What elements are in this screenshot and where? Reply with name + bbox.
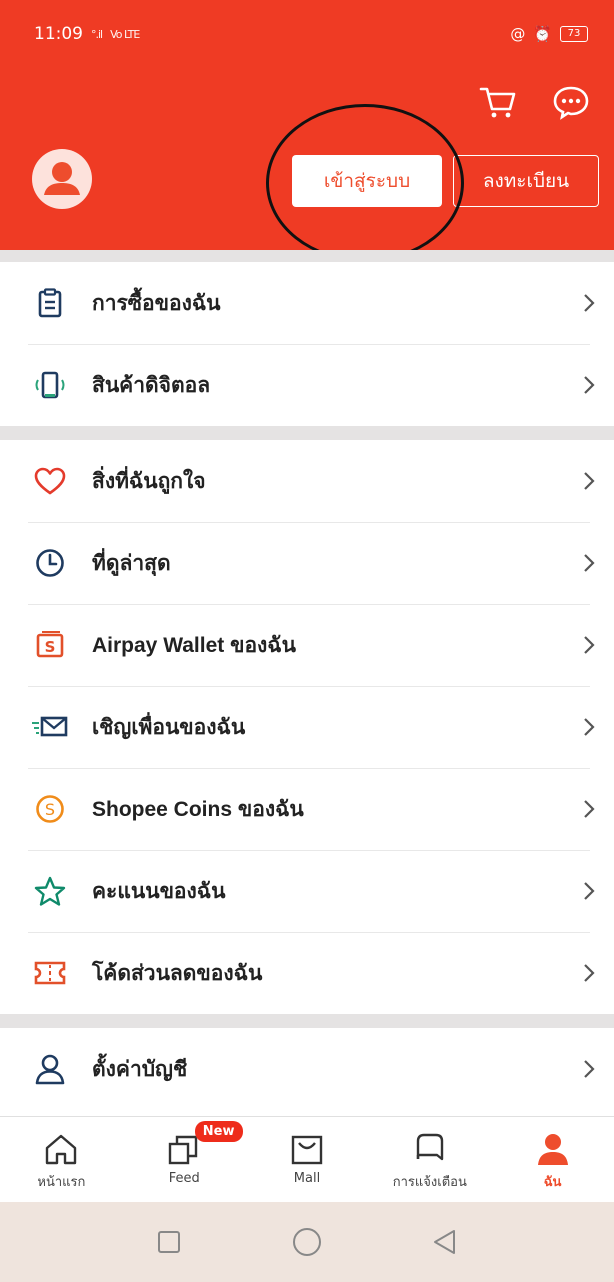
- svg-text:S: S: [45, 638, 56, 656]
- bell-icon: [416, 1133, 443, 1161]
- envelope-icon: [22, 707, 78, 747]
- menu-item-label: ที่ดูล่าสุด: [92, 551, 171, 575]
- nav-label: ฉัน: [543, 1175, 562, 1190]
- cart-button[interactable]: [472, 76, 524, 128]
- menu-item-airpay-wallet[interactable]: S Airpay Wallet ของฉัน: [0, 604, 614, 686]
- circle-icon: [293, 1228, 321, 1256]
- menu-item-my-purchases[interactable]: การซื้อของฉัน: [0, 262, 614, 344]
- section-divider: [0, 250, 614, 262]
- wallet-icon: S: [22, 625, 78, 665]
- chat-icon: [553, 86, 589, 120]
- home-system-button[interactable]: [277, 1212, 337, 1272]
- home-icon: [46, 1134, 77, 1165]
- user-icon: [22, 1049, 78, 1089]
- nav-me[interactable]: ฉัน: [491, 1117, 614, 1202]
- mall-icon: [291, 1135, 323, 1165]
- menu-item-recently-viewed[interactable]: ที่ดูล่าสุด: [0, 522, 614, 604]
- avatar-icon: [44, 162, 80, 195]
- menu-item-label: ตั้งค่าบัญชี: [92, 1057, 188, 1081]
- chevron-right-icon: [564, 880, 614, 902]
- menu-item-label: สินค้าดิจิตอล: [92, 373, 211, 397]
- chevron-right-icon: [564, 1058, 614, 1080]
- status-time: 11:09: [34, 24, 83, 44]
- nav-label: Feed: [168, 1171, 200, 1186]
- chevron-right-icon: [564, 716, 614, 738]
- signal-icon: °.il: [91, 27, 103, 41]
- at-icon: @: [510, 25, 526, 43]
- menu-item-label: เชิญเพื่อนของฉัน: [92, 715, 246, 739]
- new-badge: New: [194, 1121, 243, 1142]
- account-menu: การซื้อของฉัน สินค้าดิจิตอล สิ่งที่ฉันถู…: [0, 250, 614, 1110]
- svg-text:S: S: [45, 800, 55, 819]
- chevron-right-icon: [564, 470, 614, 492]
- profile-icon: [537, 1134, 568, 1165]
- chevron-right-icon: [564, 798, 614, 820]
- back-triangle-icon: [434, 1230, 455, 1254]
- nav-label: หน้าแรก: [37, 1175, 86, 1190]
- menu-item-label: Shopee Coins ของฉัน: [92, 797, 304, 821]
- menu-item-account-settings[interactable]: ตั้งค่าบัญชี: [0, 1028, 614, 1110]
- heart-icon: [22, 461, 78, 501]
- menu-item-label: โค้ดส่วนลดของฉัน: [92, 961, 263, 985]
- login-button[interactable]: เข้าสู่ระบบ: [292, 155, 442, 207]
- back-system-button[interactable]: [415, 1212, 475, 1272]
- section-divider: [0, 426, 614, 440]
- menu-item-shopee-coins[interactable]: S Shopee Coins ของฉัน: [0, 768, 614, 850]
- chevron-right-icon: [564, 962, 614, 984]
- chevron-right-icon: [564, 552, 614, 574]
- volte-indicator: Vo LTE: [110, 27, 140, 41]
- status-bar: 11:09 °.il Vo LTE @ ⏰ 73: [34, 22, 588, 46]
- nav-feed[interactable]: New Feed: [123, 1117, 246, 1202]
- nav-home[interactable]: หน้าแรก: [0, 1117, 123, 1202]
- phone-icon: [22, 365, 78, 405]
- voucher-icon: [22, 953, 78, 993]
- chat-button[interactable]: [545, 76, 597, 128]
- nav-label: การแจ้งเตือน: [392, 1175, 467, 1190]
- menu-item-my-likes[interactable]: สิ่งที่ฉันถูกใจ: [0, 440, 614, 522]
- menu-item-my-vouchers[interactable]: โค้ดส่วนลดของฉัน: [0, 932, 614, 1014]
- clock-icon: [22, 543, 78, 583]
- chevron-right-icon: [564, 634, 614, 656]
- nav-label: Mall: [293, 1171, 321, 1186]
- menu-item-label: สิ่งที่ฉันถูกใจ: [92, 469, 206, 493]
- section-divider: [0, 1014, 614, 1028]
- menu-item-label: การซื้อของฉัน: [92, 291, 221, 315]
- clipboard-icon: [22, 283, 78, 323]
- star-icon: [22, 871, 78, 911]
- square-icon: [158, 1231, 180, 1253]
- cart-icon: [479, 87, 516, 118]
- register-button[interactable]: ลงทะเบียน: [453, 155, 599, 207]
- avatar[interactable]: [32, 149, 92, 209]
- chevron-right-icon: [564, 374, 614, 396]
- menu-item-my-rating[interactable]: คะแนนของฉัน: [0, 850, 614, 932]
- chevron-right-icon: [564, 292, 614, 314]
- alarm-icon: ⏰: [533, 25, 552, 43]
- menu-item-label: Airpay Wallet ของฉัน: [92, 633, 296, 657]
- profile-header: 11:09 °.il Vo LTE @ ⏰ 73 เข้าสู่ระบบ ลงท…: [0, 0, 614, 262]
- menu-item-label: คะแนนของฉัน: [92, 879, 226, 903]
- recent-apps-button[interactable]: [139, 1212, 199, 1272]
- nav-notifications[interactable]: การแจ้งเตือน: [368, 1117, 491, 1202]
- system-navigation-bar: [0, 1202, 614, 1282]
- menu-item-digital-products[interactable]: สินค้าดิจิตอล: [0, 344, 614, 426]
- battery-indicator: 73: [560, 26, 588, 42]
- bottom-navigation: หน้าแรก New Feed Mall การแจ้งเตือน ฉัน: [0, 1116, 614, 1202]
- menu-item-invite-friends[interactable]: เชิญเพื่อนของฉัน: [0, 686, 614, 768]
- nav-mall[interactable]: Mall: [246, 1117, 369, 1202]
- coin-icon: S: [22, 789, 78, 829]
